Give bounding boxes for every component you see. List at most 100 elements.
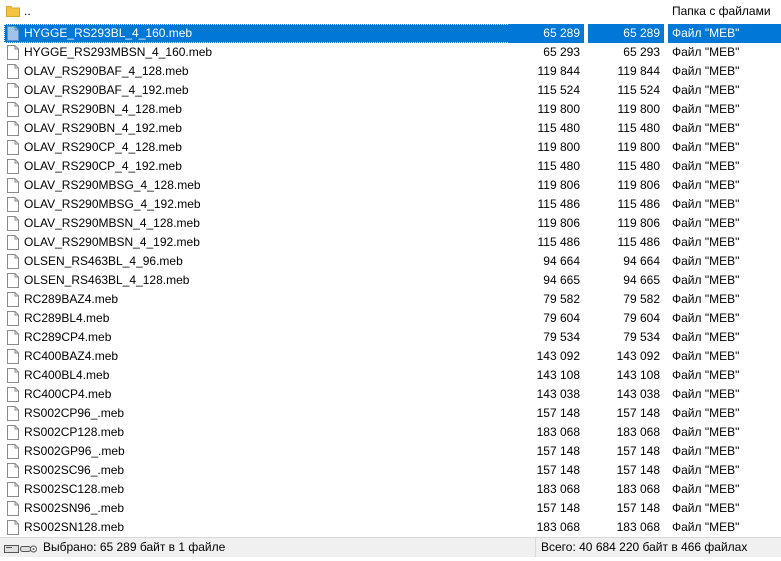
file-row[interactable]: OLAV_RS290MBSN_4_128.meb 119 806 119 806 Фа… [0, 214, 781, 233]
file-icon-graphic [7, 387, 19, 402]
file-size: 183 068 [536, 520, 580, 534]
file-row[interactable]: OLSEN_RS463BL_4_128.meb 94 665 94 665 Файл … [0, 271, 781, 290]
file-size: 79 534 [543, 330, 580, 344]
file-packed-size: 115 480 [617, 121, 661, 135]
file-packed-size: 94 664 [623, 254, 660, 268]
file-name-cell[interactable]: OLAV_RS290BN_4_128.meb [4, 100, 510, 119]
parent-folder-row[interactable]: .. Папка с файлами [0, 2, 781, 21]
file-type: Файл "MEB" [672, 102, 740, 116]
file-icon [6, 121, 20, 138]
file-icon-graphic [7, 463, 19, 478]
file-icon [6, 216, 20, 233]
file-size: 183 068 [536, 425, 580, 439]
file-name-cell[interactable]: RC400BAZ4.meb [4, 347, 510, 366]
file-list[interactable]: .. Папка с файлами HYGGE_RS293BL_4_160.m… [0, 0, 781, 537]
file-type: Файл "MEB" [672, 482, 740, 496]
file-row[interactable]: RS002CP128.meb 183 068 183 068 Файл "MEB" [0, 423, 781, 442]
file-type: Файл "MEB" [672, 273, 740, 287]
file-row[interactable]: OLAV_RS290CP_4_192.meb 115 480 115 480 Файл… [0, 157, 781, 176]
file-packed-size: 119 800 [617, 102, 661, 116]
file-name-cell[interactable]: RS002GP96_.meb [4, 442, 510, 461]
file-name-cell[interactable]: OLAV_RS290MBSG_4_128.meb [4, 176, 510, 195]
file-row[interactable]: RC400BL4.meb 143 108 143 108 Файл "MEB" [0, 366, 781, 385]
file-row[interactable]: RC289BAZ4.meb 79 582 79 582 Файл "MEB" [0, 290, 781, 309]
file-size: 119 806 [537, 216, 581, 230]
file-name: RS002SN96_.meb [24, 501, 125, 515]
file-row[interactable]: RS002SC128.meb 183 068 183 068 Файл "MEB" [0, 480, 781, 499]
file-name-cell[interactable]: RS002SN128.meb [4, 518, 510, 537]
file-name-cell[interactable]: RC289BAZ4.meb [4, 290, 510, 309]
file-name: OLAV_RS290MBSG_4_192.meb [24, 197, 201, 211]
file-name-cell[interactable]: HYGGE_RS293BL_4_160.meb [4, 24, 510, 43]
file-name-cell[interactable]: OLAV_RS290MBSN_4_128.meb [4, 214, 510, 233]
file-type: Файл "MEB" [672, 178, 740, 192]
file-name-cell[interactable]: OLSEN_RS463BL_4_96.meb [4, 252, 510, 271]
file-name-cell[interactable]: RS002SC96_.meb [4, 461, 510, 480]
file-row[interactable]: RS002SC96_.meb 157 148 157 148 Файл "MEB" [0, 461, 781, 480]
file-row[interactable]: RS002SN128.meb 183 068 183 068 Файл "MEB" [0, 518, 781, 537]
file-row[interactable]: RS002GP96_.meb 157 148 157 148 Файл "MEB" [0, 442, 781, 461]
file-name: RC289CP4.meb [24, 330, 112, 344]
file-name-cell[interactable]: RS002CP96_.meb [4, 404, 510, 423]
file-name: RC289BL4.meb [24, 311, 110, 325]
file-type: Файл "MEB" [672, 368, 740, 382]
file-row[interactable]: OLAV_RS290BAF_4_192.meb 115 524 115 524 Фай… [0, 81, 781, 100]
file-row[interactable]: OLAV_RS290MBSN_4_192.meb 115 486 115 486 Фа… [0, 233, 781, 252]
file-name-cell[interactable]: OLAV_RS290CP_4_128.meb [4, 138, 510, 157]
file-name-cell[interactable]: RC289BL4.meb [4, 309, 510, 328]
file-row[interactable]: OLAV_RS290MBSG_4_128.meb 119 806 119 806 Фа… [0, 176, 781, 195]
file-packed-size: 79 534 [623, 330, 660, 344]
file-row[interactable]: OLAV_RS290CP_4_128.meb 119 800 119 800 Файл… [0, 138, 781, 157]
file-name-cell[interactable]: OLAV_RS290CP_4_192.meb [4, 157, 510, 176]
file-row[interactable]: RC289CP4.meb 79 534 79 534 Файл "MEB" [0, 328, 781, 347]
file-type: Файл "MEB" [672, 197, 740, 211]
file-row[interactable]: RC400BAZ4.meb 143 092 143 092 Файл "MEB" [0, 347, 781, 366]
file-packed-size: 79 604 [623, 311, 660, 325]
file-row[interactable]: OLSEN_RS463BL_4_96.meb 94 664 94 664 Файл "… [0, 252, 781, 271]
file-name-cell[interactable]: OLAV_RS290BAF_4_128.meb [4, 62, 510, 81]
file-row[interactable]: RC400CP4.meb 143 038 143 038 Файл "MEB" [0, 385, 781, 404]
file-size: 157 148 [536, 463, 580, 477]
file-name-cell[interactable]: OLSEN_RS463BL_4_128.meb [4, 271, 510, 290]
file-name-cell[interactable]: RS002CP128.meb [4, 423, 510, 442]
file-name-cell[interactable]: OLAV_RS290BN_4_192.meb [4, 119, 510, 138]
file-name-cell[interactable]: HYGGE_RS293MBSN_4_160.meb [4, 43, 510, 62]
file-name: HYGGE_RS293BL_4_160.meb [24, 26, 193, 40]
parent-folder-name-cell[interactable]: .. [4, 2, 510, 21]
status-total-text: Всего: 40 684 220 байт в 466 файлах [541, 540, 748, 554]
file-name-cell[interactable]: RS002SN96_.meb [4, 499, 510, 518]
file-size: 79 604 [543, 311, 580, 325]
file-name-cell[interactable]: OLAV_RS290MBSN_4_192.meb [4, 233, 510, 252]
file-icon-graphic [7, 45, 19, 60]
file-row[interactable]: OLAV_RS290BN_4_192.meb 115 480 115 480 Файл… [0, 119, 781, 138]
file-packed-size: 143 108 [616, 368, 660, 382]
file-name: RC400CP4.meb [24, 387, 112, 401]
file-icon-graphic [7, 235, 19, 250]
file-name-cell[interactable]: RC289CP4.meb [4, 328, 510, 347]
file-row[interactable]: RS002SN96_.meb 157 148 157 148 Файл "MEB" [0, 499, 781, 518]
file-name-cell[interactable]: RC400BL4.meb [4, 366, 510, 385]
file-row[interactable]: RS002CP96_.meb 157 148 157 148 Файл "MEB" [0, 404, 781, 423]
file-icon-graphic [7, 501, 19, 516]
parent-folder-type: Папка с файлами [672, 4, 771, 18]
file-packed-size: 115 486 [617, 197, 661, 211]
file-name: RS002CP128.meb [24, 425, 125, 439]
file-icon-graphic [7, 178, 19, 193]
file-name: OLSEN_RS463BL_4_96.meb [24, 254, 183, 268]
file-row[interactable]: RC289BL4.meb 79 604 79 604 Файл "MEB" [0, 309, 781, 328]
file-name-cell[interactable]: OLAV_RS290BAF_4_192.meb [4, 81, 510, 100]
file-type: Файл "MEB" [672, 64, 740, 78]
file-name: OLAV_RS290MBSN_4_128.meb [24, 216, 200, 230]
file-row[interactable]: OLAV_RS290BN_4_128.meb 119 800 119 800 Файл… [0, 100, 781, 119]
file-icon [6, 292, 20, 309]
file-row[interactable]: OLAV_RS290MBSG_4_192.meb 115 486 115 486 Фа… [0, 195, 781, 214]
file-type: Файл "MEB" [672, 292, 740, 306]
file-row[interactable]: OLAV_RS290BAF_4_128.meb 119 844 119 844 Фай… [0, 62, 781, 81]
file-name-cell[interactable]: RC400CP4.meb [4, 385, 510, 404]
file-row[interactable]: HYGGE_RS293MBSN_4_160.meb 65 293 65 293 Фай… [0, 43, 781, 62]
file-icon-graphic [7, 216, 19, 231]
file-name-cell[interactable]: OLAV_RS290MBSG_4_192.meb [4, 195, 510, 214]
file-name-cell[interactable]: RS002SC128.meb [4, 480, 510, 499]
file-row[interactable]: HYGGE_RS293BL_4_160.meb 65 289 65 289 Файл … [0, 24, 781, 43]
file-name: OLAV_RS290BAF_4_192.meb [24, 83, 189, 97]
